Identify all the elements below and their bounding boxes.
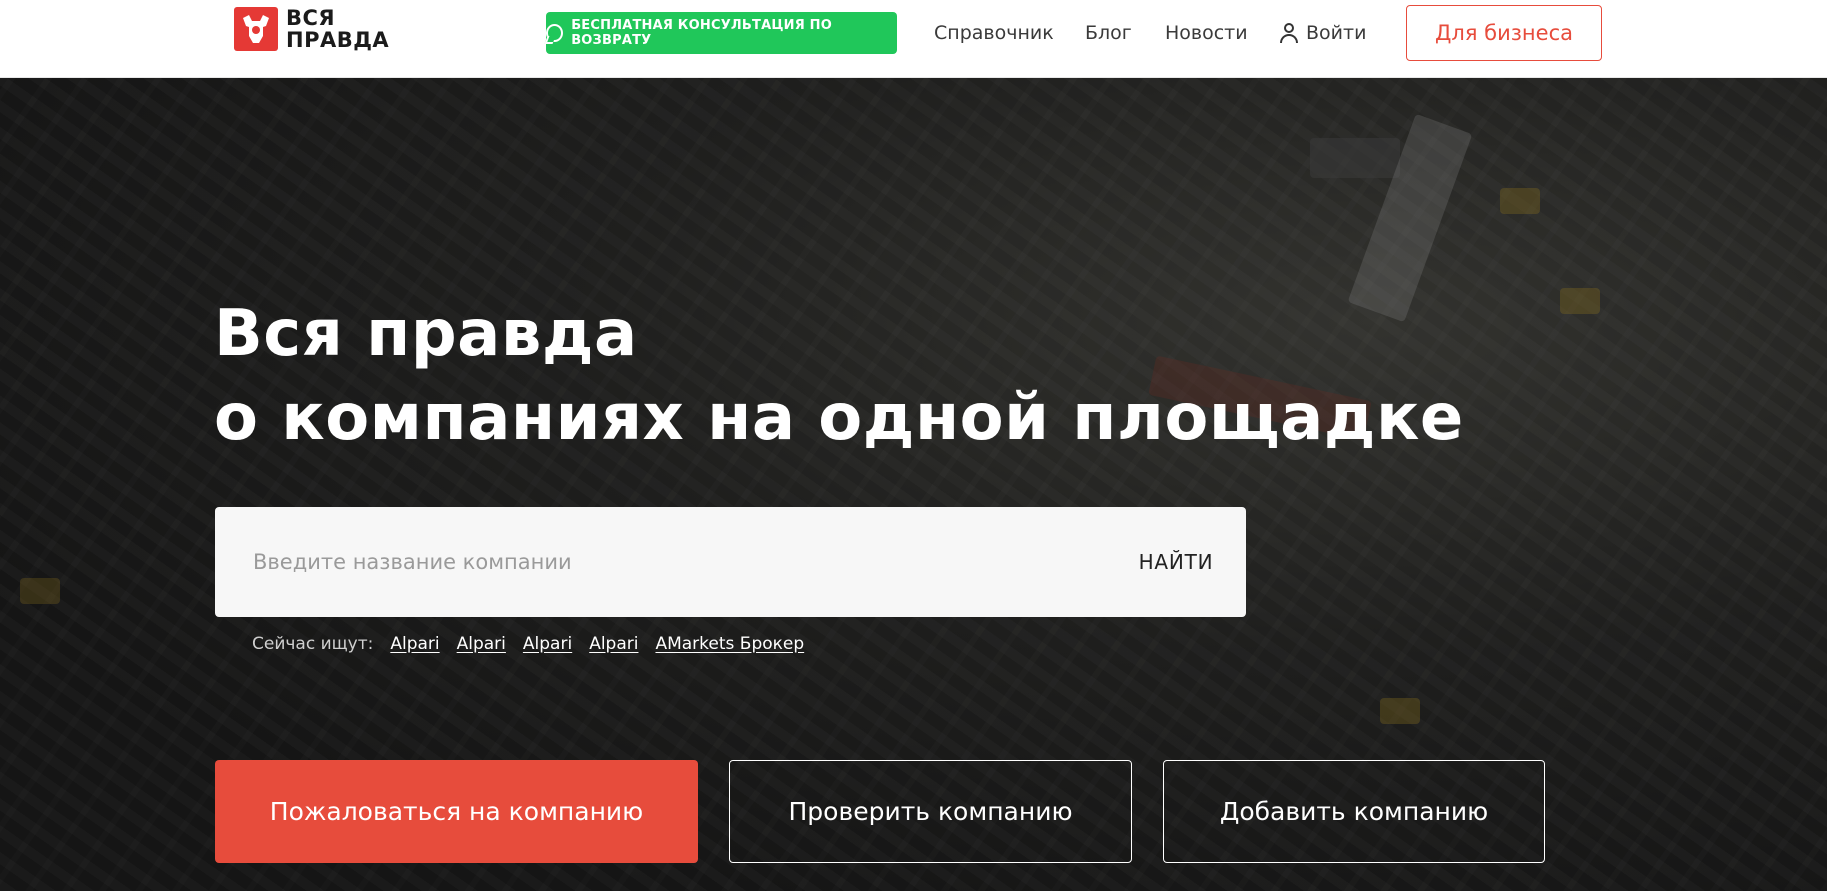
logo[interactable]: ВСЯ ПРАВДА xyxy=(234,6,389,52)
logo-line1: ВСЯ xyxy=(286,6,336,30)
whatsapp-icon xyxy=(546,24,564,42)
title-line2: о компаниях на одной площадке xyxy=(214,381,1464,455)
trending-searches: Сейчас ищут: Alpari Alpari Alpari Alpari… xyxy=(252,634,804,654)
nav-blog-link[interactable]: Блог xyxy=(1085,22,1132,44)
nav-news[interactable]: Новости xyxy=(1165,22,1248,44)
nav-reference-link[interactable]: Справочник xyxy=(934,22,1054,44)
logo-line2: ПРАВДА xyxy=(286,28,390,52)
title-line1: Вся правда xyxy=(214,297,638,371)
free-consultation-button[interactable]: БЕСПЛАТНАЯ КОНСУЛЬТАЦИЯ ПО ВОЗВРАТУ xyxy=(546,12,897,54)
nav-blog[interactable]: Блог xyxy=(1085,22,1132,44)
page-title: Вся правда о компаниях на одной площадке xyxy=(214,292,1464,460)
trending-link[interactable]: Alpari xyxy=(390,634,439,654)
trending-link[interactable]: Alpari xyxy=(589,634,638,654)
search-input[interactable] xyxy=(215,507,1106,617)
site-header: ВСЯ ПРАВДА БЕСПЛАТНАЯ КОНСУЛЬТАЦИЯ ПО ВО… xyxy=(0,0,1827,78)
trending-label: Сейчас ищут: xyxy=(252,634,374,654)
search-button[interactable]: НАЙТИ xyxy=(1106,550,1246,574)
for-business-button[interactable]: Для бизнеса xyxy=(1406,5,1602,61)
logo-text: ВСЯ ПРАВДА xyxy=(286,7,389,51)
nav-reference[interactable]: Справочник xyxy=(934,22,1054,44)
consultation-label: БЕСПЛАТНАЯ КОНСУЛЬТАЦИЯ ПО ВОЗВРАТУ xyxy=(571,18,832,48)
login-link[interactable]: Войти xyxy=(1306,22,1366,44)
hero-section: Вся правда о компаниях на одной площадке… xyxy=(0,78,1827,891)
nav-news-link[interactable]: Новости xyxy=(1165,22,1248,44)
logo-mark-icon xyxy=(234,7,278,51)
trending-link[interactable]: Alpari xyxy=(457,634,506,654)
trending-link[interactable]: AMarkets Брокер xyxy=(655,634,804,654)
check-company-button[interactable]: Проверить компанию xyxy=(729,760,1132,863)
user-icon xyxy=(1280,23,1298,43)
company-search: НАЙТИ xyxy=(215,507,1246,617)
add-company-button[interactable]: Добавить компанию xyxy=(1163,760,1545,863)
trending-link[interactable]: Alpari xyxy=(523,634,572,654)
complain-button[interactable]: Пожаловаться на компанию xyxy=(215,760,698,863)
nav-login[interactable]: Войти xyxy=(1280,22,1366,44)
